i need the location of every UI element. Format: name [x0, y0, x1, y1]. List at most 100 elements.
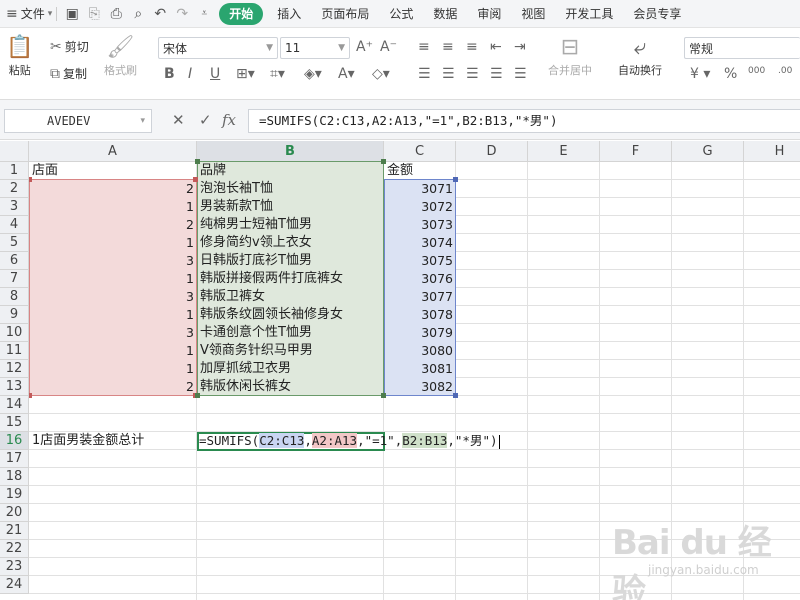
cell-b13[interactable]: 韩版休闲长裤女 [197, 378, 384, 396]
row-header-7[interactable]: 7 [0, 270, 29, 288]
row-header-4[interactable]: 4 [0, 216, 29, 234]
cell-b10[interactable]: 卡通创意个性T恤男 [197, 324, 384, 342]
file-menu[interactable]: ≡ 文件 ▾ [6, 3, 52, 25]
cell-c4[interactable]: 3073 [384, 216, 456, 234]
tab-home[interactable]: 开始 [219, 2, 264, 25]
cell-a8[interactable]: 3 [29, 288, 197, 306]
decimal-icon[interactable]: .00 [778, 66, 792, 76]
name-box[interactable]: AVEDEV ▾ [4, 109, 152, 133]
cell-a1[interactable]: 店面 [29, 162, 197, 180]
copy-button[interactable]: ⧉ 复制 [50, 65, 87, 82]
font-color-icon[interactable]: A▾ [338, 66, 355, 82]
tab-member[interactable]: 会员专享 [623, 3, 691, 25]
column-header-h[interactable]: H [744, 141, 800, 162]
customize-icon[interactable]: ⩡ [193, 3, 215, 25]
cell-c1[interactable]: 金额 [384, 162, 456, 180]
bold-icon[interactable]: B [164, 66, 175, 82]
format-painter-button[interactable]: 🖌 格式刷 [104, 34, 137, 78]
row-header-21[interactable]: 21 [0, 522, 29, 540]
align-left-icon[interactable]: ☰ [418, 66, 431, 82]
cell-c6[interactable]: 3075 [384, 252, 456, 270]
insert-function-icon[interactable]: fx [222, 111, 236, 129]
cell-b11[interactable]: V领商务针织马甲男 [197, 342, 384, 360]
align-bottom-icon[interactable]: ≡ [466, 39, 478, 55]
underline-icon[interactable]: U [210, 66, 220, 82]
row-header-17[interactable]: 17 [0, 450, 29, 468]
align-middle-icon[interactable]: ≡ [442, 39, 454, 55]
indent-increase-icon[interactable]: ⇥ [514, 39, 526, 55]
cell-a9[interactable]: 1 [29, 306, 197, 324]
tab-view[interactable]: 视图 [511, 3, 555, 25]
cell-c7[interactable]: 3076 [384, 270, 456, 288]
font-size-select[interactable]: 11 ▼ [280, 37, 350, 59]
paste-button[interactable]: 📋 粘贴 [6, 34, 33, 78]
cell-b4[interactable]: 纯棉男士短袖T恤男 [197, 216, 384, 234]
tab-formulas[interactable]: 公式 [379, 3, 423, 25]
align-center-icon[interactable]: ☰ [442, 66, 455, 82]
column-header-b[interactable]: B [197, 141, 384, 162]
row-header-20[interactable]: 20 [0, 504, 29, 522]
cell-a3[interactable]: 1 [29, 198, 197, 216]
cell-a4[interactable]: 2 [29, 216, 197, 234]
cell-b7[interactable]: 韩版拼接假两件打底裤女 [197, 270, 384, 288]
decrease-font-icon[interactable]: A⁻ [380, 39, 397, 55]
row-header-2[interactable]: 2 [0, 180, 29, 198]
row-header-8[interactable]: 8 [0, 288, 29, 306]
cell-a6[interactable]: 3 [29, 252, 197, 270]
cell-a7[interactable]: 1 [29, 270, 197, 288]
cell-b6[interactable]: 日韩版打底衫T恤男 [197, 252, 384, 270]
cell-b2[interactable]: 泡泡长袖T恤 [197, 180, 384, 198]
column-header-c[interactable]: C [384, 141, 456, 162]
indent-decrease-icon[interactable]: ⇤ [490, 39, 502, 55]
column-header-e[interactable]: E [528, 141, 600, 162]
cell-b3[interactable]: 男装新款T恤 [197, 198, 384, 216]
row-header-5[interactable]: 5 [0, 234, 29, 252]
align-right-icon[interactable]: ☰ [466, 66, 479, 82]
merge-center-button[interactable]: ⊟ 合并居中 [548, 34, 592, 78]
tab-insert[interactable]: 插入 [267, 3, 311, 25]
column-header-f[interactable]: F [600, 141, 672, 162]
redo-icon[interactable]: ↷ [171, 3, 193, 25]
undo-icon[interactable]: ↶ [149, 3, 171, 25]
export-icon[interactable]: ⎘ [83, 3, 105, 25]
percent-icon[interactable]: % [724, 66, 737, 82]
cell-a2[interactable]: 2 [29, 180, 197, 198]
enter-check-icon[interactable]: ✓ [199, 111, 212, 129]
cancel-icon[interactable]: ✕ [172, 111, 185, 129]
align-top-icon[interactable]: ≡ [418, 39, 430, 55]
row-header-22[interactable]: 22 [0, 540, 29, 558]
tab-data[interactable]: 数据 [423, 3, 467, 25]
cell-a16[interactable]: 1店面男装金额总计 [29, 432, 197, 450]
spreadsheet-grid[interactable]: A B C D E F G H 店面 品牌 金额 2 泡泡长袖T恤 3071 1 男装新… [0, 141, 800, 600]
cut-button[interactable]: ✂ 剪切 [50, 38, 89, 55]
cell-b1[interactable]: 品牌 [197, 162, 384, 180]
justify-icon[interactable]: ☰ [490, 66, 503, 82]
number-format-select[interactable]: 常规 [684, 37, 800, 59]
row-header-18[interactable]: 18 [0, 468, 29, 486]
row-header-14[interactable]: 14 [0, 396, 29, 414]
cell-a5[interactable]: 1 [29, 234, 197, 252]
save-icon[interactable]: ▣ [61, 3, 83, 25]
row-header-12[interactable]: 12 [0, 360, 29, 378]
cell-c8[interactable]: 3077 [384, 288, 456, 306]
select-all-corner[interactable] [0, 141, 29, 162]
cell-c10[interactable]: 3079 [384, 324, 456, 342]
eraser-icon[interactable]: ◇▾ [372, 66, 390, 82]
row-header-11[interactable]: 11 [0, 342, 29, 360]
row-header-1[interactable]: 1 [0, 162, 29, 180]
column-header-g[interactable]: G [672, 141, 744, 162]
column-header-d[interactable]: D [456, 141, 528, 162]
thousands-separator-icon[interactable]: 000 [748, 66, 765, 76]
print-icon[interactable]: ⎙ [105, 3, 127, 25]
increase-font-icon[interactable]: A⁺ [356, 39, 373, 55]
cell-b12[interactable]: 加厚抓绒卫衣男 [197, 360, 384, 378]
italic-icon[interactable]: I [188, 66, 192, 82]
table-style-icon[interactable]: ⌗▾ [270, 66, 285, 82]
cell-c9[interactable]: 3078 [384, 306, 456, 324]
cell-c11[interactable]: 3080 [384, 342, 456, 360]
cell-c13[interactable]: 3082 [384, 378, 456, 396]
row-header-19[interactable]: 19 [0, 486, 29, 504]
column-header-a[interactable]: A [29, 141, 197, 162]
row-header-16[interactable]: 16 [0, 432, 29, 450]
tab-developer[interactable]: 开发工具 [555, 3, 623, 25]
